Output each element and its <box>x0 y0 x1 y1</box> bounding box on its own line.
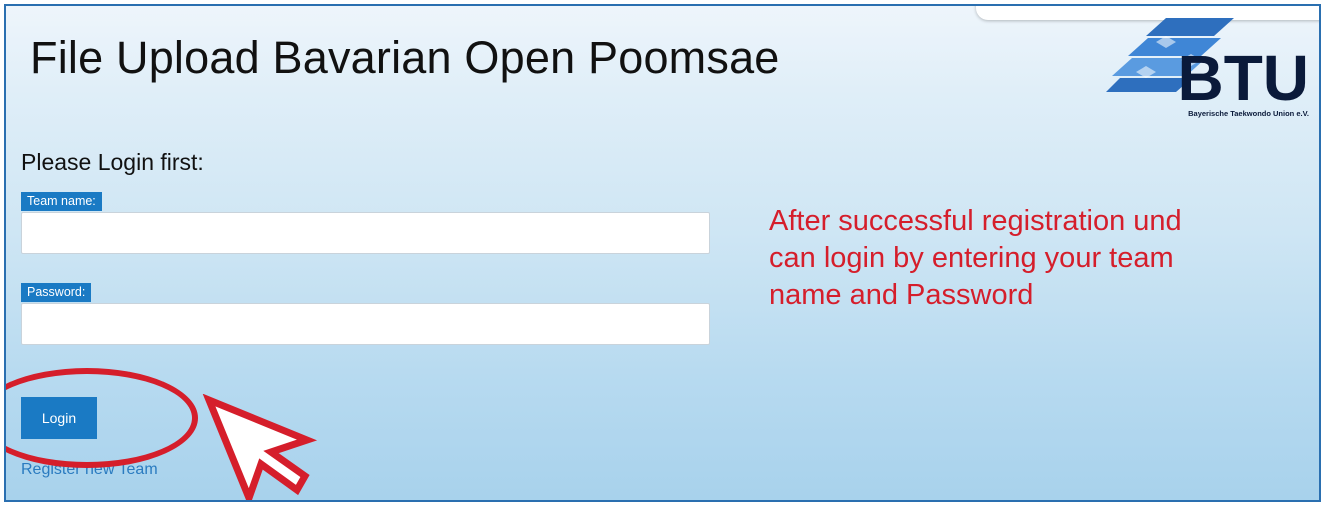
annotation-arrow-icon <box>202 394 318 500</box>
team-name-input[interactable] <box>21 212 710 254</box>
team-name-label: Team name: <box>21 192 102 211</box>
page-frame: File Upload Bavarian Open Poomsae BTU Ba… <box>4 4 1321 502</box>
login-heading: Please Login first: <box>21 149 204 175</box>
annotation-text: After successful registration und can lo… <box>769 205 1182 311</box>
password-label: Password: <box>21 283 92 302</box>
logo-swoosh-1 <box>1146 18 1234 36</box>
page-title: File Upload Bavarian Open Poomsae <box>30 32 780 83</box>
logo-subtitle: Bayerische Taekwondo Union e.V. <box>1188 109 1309 118</box>
logo-text: BTU <box>1177 42 1309 114</box>
password-input[interactable] <box>21 303 710 345</box>
btu-logo: BTU Bayerische Taekwondo Union e.V. <box>1106 18 1309 118</box>
register-team-link[interactable]: Register new Team <box>21 461 158 479</box>
login-button[interactable]: Login <box>21 397 97 439</box>
